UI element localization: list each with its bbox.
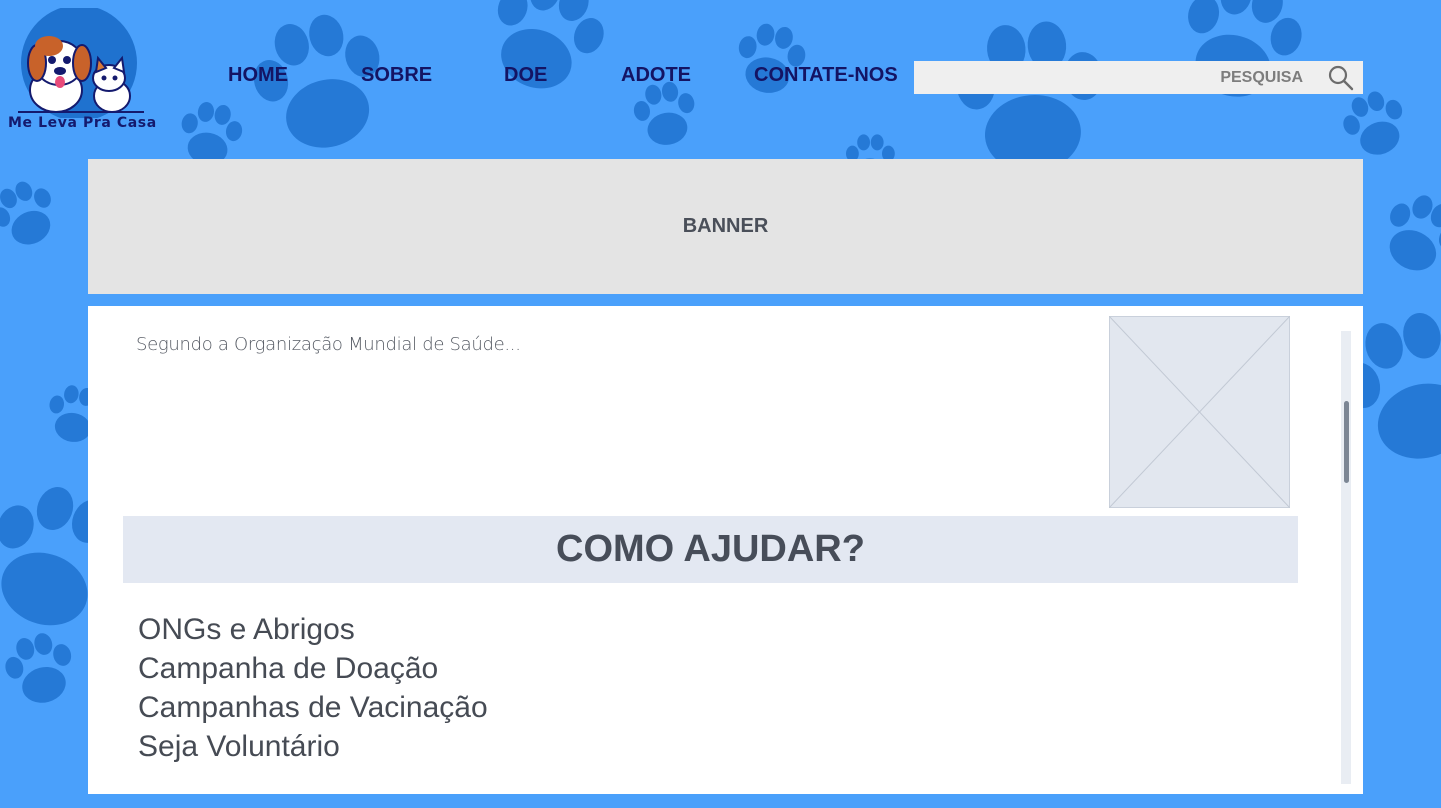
banner: BANNER — [88, 159, 1363, 294]
help-item-ongs[interactable]: ONGs e Abrigos — [138, 610, 488, 649]
logo-text: Me Leva Pra Casa — [8, 115, 157, 131]
help-list: ONGs e Abrigos Campanha de Doação Campan… — [138, 610, 488, 766]
intro-text: Segundo a Organização Mundial de Saúde..… — [136, 334, 521, 355]
help-item-vacinacao[interactable]: Campanhas de Vacinação — [138, 688, 488, 727]
nav-doe[interactable]: DOE — [504, 64, 547, 87]
help-item-voluntario[interactable]: Seja Voluntário — [138, 727, 488, 766]
nav-contate-nos[interactable]: CONTATE-NOS — [754, 64, 898, 87]
nav-home[interactable]: HOME — [228, 64, 288, 87]
search-icon[interactable] — [1327, 64, 1355, 92]
help-item-doacao[interactable]: Campanha de Doação — [138, 649, 488, 688]
section-title: COMO AJUDAR? — [556, 528, 865, 570]
image-placeholder-icon — [1109, 316, 1290, 508]
nav-adote[interactable]: ADOTE — [621, 64, 691, 87]
search-bar — [914, 61, 1363, 94]
nav-sobre[interactable]: SOBRE — [361, 64, 432, 87]
scrollbar[interactable] — [1341, 331, 1351, 784]
dog-cat-logo-icon — [18, 5, 144, 121]
banner-label: BANNER — [682, 215, 769, 237]
scrollbar-thumb[interactable] — [1344, 401, 1349, 483]
search-input[interactable] — [914, 61, 1309, 94]
section-header: COMO AJUDAR? — [123, 516, 1298, 583]
content-panel: Segundo a Organização Mundial de Saúde..… — [88, 306, 1363, 794]
